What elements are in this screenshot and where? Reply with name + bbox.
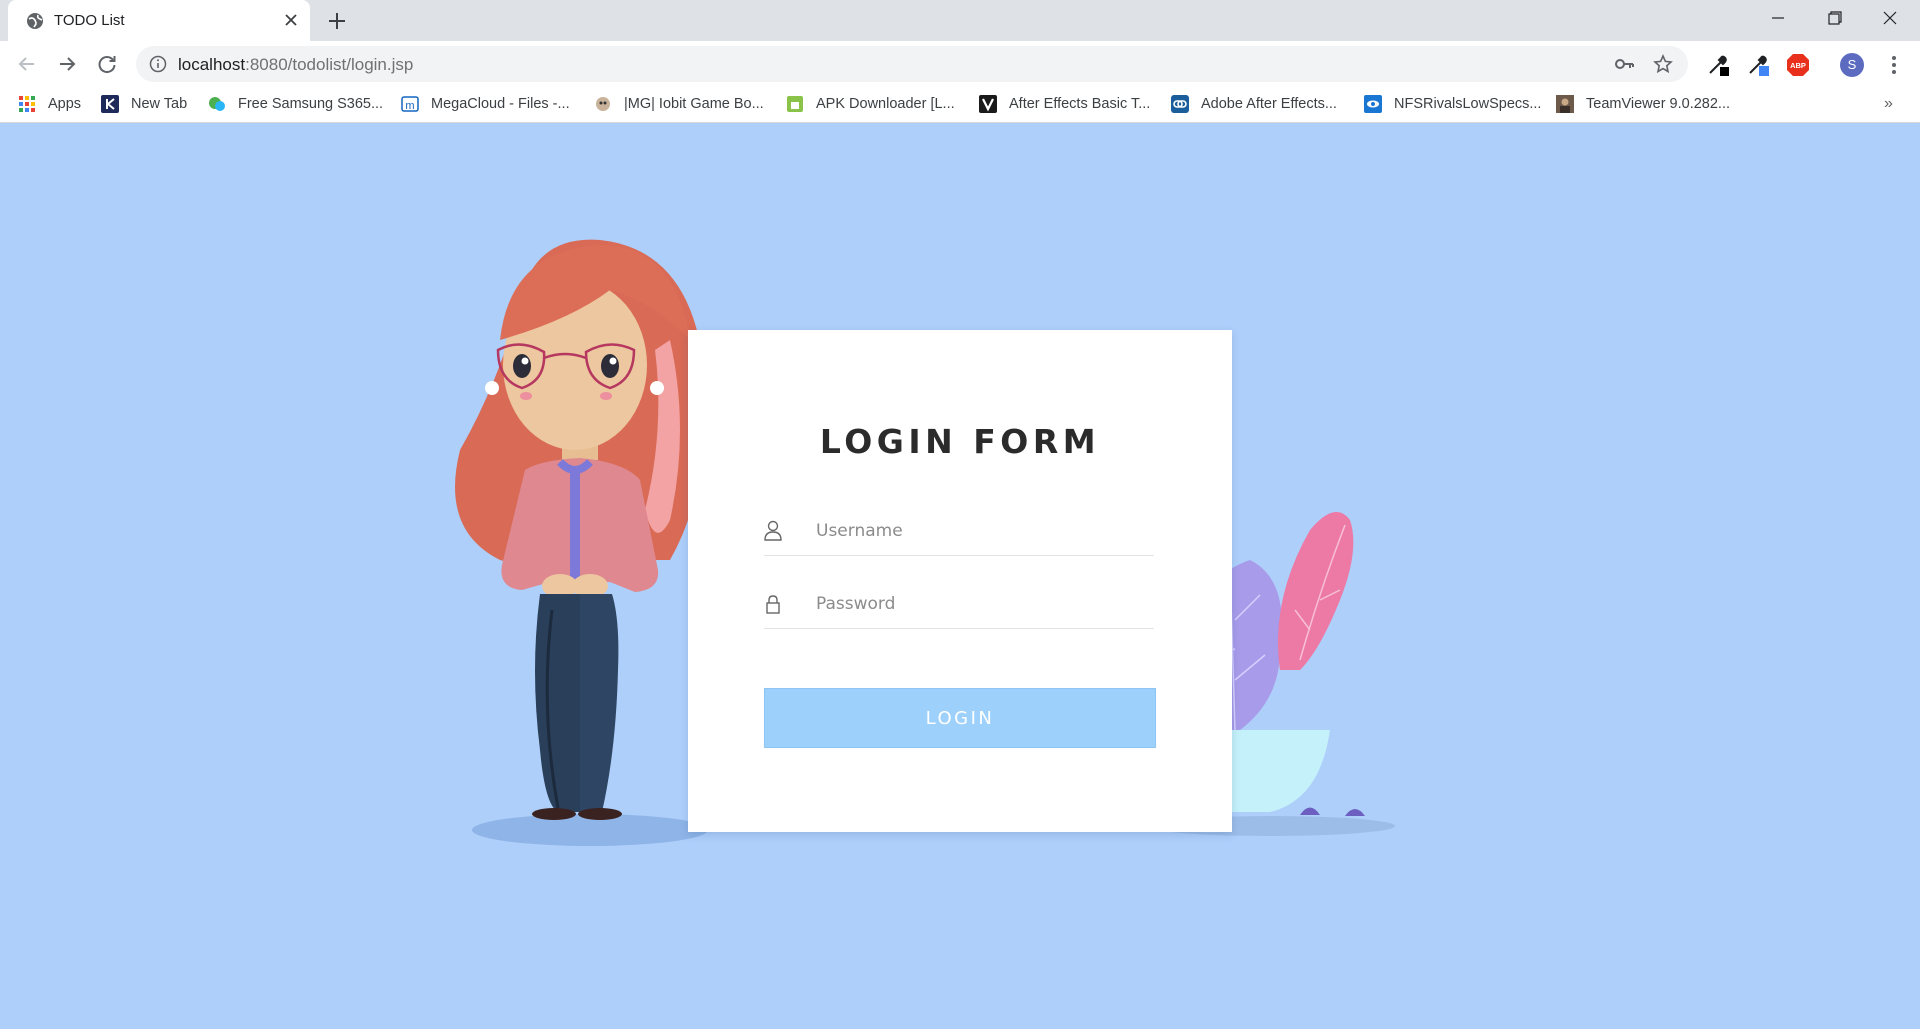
bookmark-label: TeamViewer 9.0.282...	[1586, 96, 1731, 112]
user-icon	[764, 520, 782, 541]
bookmark-label: After Effects Basic T...	[1009, 96, 1151, 112]
girl-illustration	[455, 239, 708, 846]
megacloud-icon: m	[401, 96, 419, 112]
bookmark-nfs-rivals[interactable]: NFSRivalsLowSpecs...	[1364, 87, 1541, 121]
more-menu-icon[interactable]	[1884, 53, 1904, 77]
svg-text:ABP: ABP	[1790, 61, 1806, 70]
eyedropper-extension-icon[interactable]	[1706, 53, 1730, 77]
tab-title: TODO List	[54, 12, 125, 29]
bookmark-after-effects-basic[interactable]: After Effects Basic T...	[979, 87, 1150, 121]
tab-strip: TODO List	[0, 0, 1920, 41]
bookmark-adobe-after-effects[interactable]: Adobe After Effects...	[1171, 87, 1337, 121]
bookmark-label: Free Samsung S365...	[238, 96, 384, 112]
chat-bubble-icon	[209, 97, 225, 111]
bookmark-megacloud[interactable]: m MegaCloud - Files -...	[401, 87, 570, 121]
minimize-icon[interactable]	[1750, 0, 1806, 36]
browser-tab[interactable]: TODO List	[8, 0, 310, 41]
info-icon[interactable]	[149, 55, 167, 73]
password-field	[764, 583, 1154, 629]
password-input[interactable]	[816, 589, 1146, 619]
username-input[interactable]	[816, 516, 1146, 546]
login-card: LOGIN FORM LOGIN	[688, 330, 1232, 832]
game-icon	[596, 97, 610, 111]
lock-icon	[766, 595, 780, 614]
v-logo-icon	[979, 95, 997, 113]
svg-text:m: m	[405, 100, 414, 112]
address-bar[interactable]: localhost:8080/todolist/login.jsp	[136, 46, 1688, 82]
bookmark-iobit[interactable]: |MG| Iobit Game Bo...	[594, 87, 764, 121]
window-close-icon[interactable]	[1862, 0, 1918, 36]
bookmark-label: NFSRivalsLowSpecs...	[1394, 96, 1542, 112]
username-field	[764, 510, 1154, 556]
forward-arrow-icon[interactable]	[54, 51, 80, 77]
profile-avatar[interactable]: S	[1840, 53, 1864, 77]
bookmark-label: New Tab	[131, 96, 188, 112]
reload-icon[interactable]	[94, 51, 120, 77]
bookmark-label: Apps	[48, 96, 82, 112]
bookmark-star-icon[interactable]	[1653, 54, 1673, 74]
android-icon	[787, 96, 803, 112]
bookmark-free-samsung[interactable]: Free Samsung S365...	[208, 87, 383, 121]
bookmark-label: MegaCloud - Files -...	[431, 96, 570, 112]
back-arrow-icon[interactable]	[14, 51, 40, 77]
globe-icon	[27, 13, 43, 29]
adblock-plus-icon[interactable]: ABP	[1786, 53, 1810, 77]
bookmark-label: |MG| Iobit Game Bo...	[624, 96, 764, 112]
url-text[interactable]: localhost:8080/todolist/login.jsp	[178, 55, 413, 75]
bookmark-label: Adobe After Effects...	[1201, 96, 1337, 112]
bookmarks-bar: Apps New Tab Free Samsung S365... m Mega…	[0, 87, 1920, 123]
key-icon[interactable]	[1614, 55, 1634, 73]
eye-logo-icon	[1364, 95, 1382, 113]
login-button[interactable]: LOGIN	[764, 688, 1156, 748]
link-icon	[1171, 95, 1189, 113]
more-bookmarks-chevron[interactable]: »	[1884, 95, 1893, 113]
close-tab-icon[interactable]	[282, 11, 300, 29]
new-tab-icon[interactable]	[326, 10, 348, 32]
color-picker-extension-icon[interactable]	[1746, 53, 1770, 77]
photo-icon	[1556, 95, 1574, 113]
browser-toolbar: localhost:8080/todolist/login.jsp ABP S	[0, 41, 1920, 87]
bookmark-label: APK Downloader [L...	[816, 96, 955, 112]
login-title: LOGIN FORM	[819, 422, 1101, 461]
restore-icon[interactable]	[1806, 0, 1862, 36]
k-logo-icon	[101, 95, 119, 113]
bookmark-apk-downloader[interactable]: APK Downloader [L...	[786, 87, 955, 121]
bookmark-apps[interactable]: Apps	[18, 87, 81, 121]
apps-grid-icon	[19, 96, 35, 112]
bookmark-new-tab[interactable]: New Tab	[101, 87, 187, 121]
bookmark-teamviewer[interactable]: TeamViewer 9.0.282...	[1556, 87, 1730, 121]
